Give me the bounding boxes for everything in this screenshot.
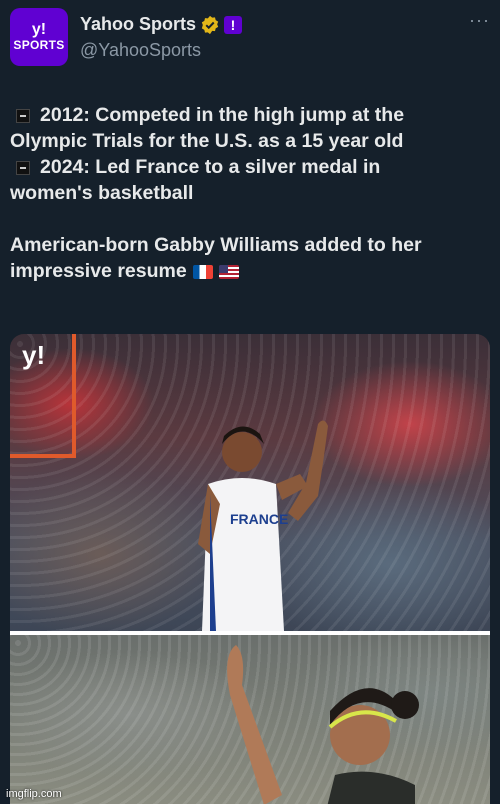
tweet-line-text: impressive resume: [10, 260, 187, 282]
yahoo-logo: y!: [22, 340, 46, 370]
tweet-header: y! SPORTS Yahoo Sports ! @YahooSports ··…: [10, 8, 490, 68]
tweet-line: women's basketball: [10, 180, 492, 206]
account-handle[interactable]: @YahooSports: [80, 40, 201, 61]
imgflip-watermark: imgflip.com: [6, 788, 62, 800]
tweet-line-text: 2012: Competed in the high jump at the: [40, 104, 405, 126]
tweet-line: American-born Gabby Williams added to he…: [10, 232, 492, 258]
tweet-line: impressive resume: [10, 258, 492, 284]
tweet-line: Olympic Trials for the U.S. as a 15 year…: [10, 128, 492, 154]
flag-france-icon: [192, 264, 213, 279]
photo-high-jump[interactable]: [10, 635, 490, 804]
verified-badge-icon: [201, 15, 219, 34]
avatar-logo: y!: [31, 21, 47, 38]
tweet-media[interactable]: y! FRANCE: [10, 334, 490, 804]
avatar-text: SPORTS: [13, 38, 65, 52]
black-square-bullet-icon: [16, 108, 30, 123]
tweet-line: 2012: Competed in the high jump at the: [10, 102, 492, 128]
name-row: Yahoo Sports !: [80, 14, 243, 35]
athlete-reaching: [227, 645, 419, 804]
tweet-line: 2024: Led France to a silver medal in: [10, 154, 492, 180]
tweet-line-text: American-born Gabby Williams added to he…: [10, 234, 422, 256]
flag-usa-icon: [218, 264, 239, 279]
more-options-icon[interactable]: ···: [469, 10, 490, 31]
tweet-line-text: Olympic Trials for the U.S. as a 15 year…: [10, 130, 404, 152]
display-name[interactable]: Yahoo Sports: [80, 14, 196, 35]
tweet-line-text: women's basketball: [10, 182, 194, 204]
black-square-bullet-icon: [16, 160, 30, 175]
player-waving: FRANCE: [198, 420, 328, 631]
account-avatar[interactable]: y! SPORTS: [10, 8, 68, 66]
photo-celebration[interactable]: y! FRANCE: [10, 334, 490, 631]
jersey-text: FRANCE: [230, 511, 288, 527]
tweet-line-text: 2024: Led France to a silver medal in: [40, 156, 381, 178]
tweet-text: 2012: Competed in the high jump at the O…: [10, 102, 492, 284]
affiliate-badge-icon: !: [224, 15, 243, 34]
